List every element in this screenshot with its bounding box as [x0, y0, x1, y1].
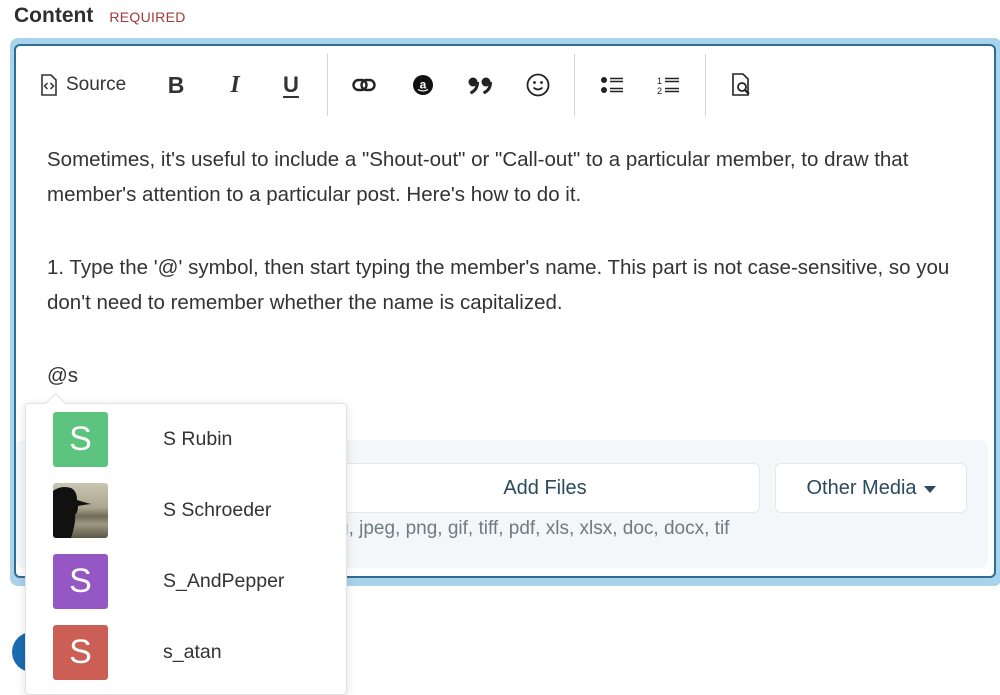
mention-suggestion[interactable]: S s_atan — [26, 617, 346, 688]
preview-icon — [731, 73, 753, 97]
svg-text:2: 2 — [657, 86, 662, 95]
mention-name: S_AndPepper — [163, 570, 285, 592]
preview-button[interactable] — [728, 70, 756, 100]
add-files-button[interactable]: Add Files — [330, 463, 760, 513]
mention-text: @s — [47, 364, 79, 387]
profile-photo-icon — [53, 487, 91, 538]
italic-icon: I — [230, 71, 240, 98]
field-label: Content — [14, 4, 94, 27]
quote-icon — [467, 76, 493, 94]
avatar: S — [53, 412, 108, 467]
amazon-button[interactable]: a — [409, 70, 437, 100]
mention-suggestion[interactable]: S Schroeder — [26, 475, 346, 546]
avatar — [53, 483, 108, 538]
editor-content[interactable]: Sometimes, it's useful to include a "Sho… — [47, 142, 977, 393]
emoji-icon — [526, 73, 550, 97]
other-media-button[interactable]: Other Media — [775, 463, 967, 513]
link-button[interactable] — [350, 70, 378, 100]
mention-name: S Schroeder — [163, 499, 272, 521]
mention-name: S Rubin — [163, 428, 233, 450]
editor-paragraph: 1. Type the '@' symbol, then start typin… — [47, 256, 950, 314]
caret-down-icon — [923, 485, 936, 493]
mention-suggestion[interactable]: S S_AndPepper — [26, 546, 346, 617]
amazon-icon: a — [412, 74, 434, 96]
source-icon — [40, 74, 58, 96]
bold-button[interactable]: B — [164, 70, 188, 100]
emoji-button[interactable] — [524, 70, 552, 100]
source-button[interactable]: Source — [40, 70, 126, 100]
svg-text:a: a — [420, 78, 427, 92]
bold-icon: B — [167, 71, 185, 98]
toolbar-divider — [705, 54, 706, 116]
toolbar-divider — [327, 54, 328, 116]
editor-toolbar: Source B I U a 12 — [14, 44, 994, 124]
numbered-list-button[interactable]: 12 — [654, 70, 682, 100]
source-label: Source — [66, 74, 127, 95]
quote-button[interactable] — [466, 70, 494, 100]
editor-paragraph: Sometimes, it's useful to include a "Sho… — [47, 148, 909, 206]
toolbar-divider — [574, 54, 575, 116]
avatar: S — [53, 625, 108, 680]
mention-suggestions-popup: S S Rubin S Schroeder S S_AndPepper S s_… — [25, 403, 347, 695]
link-icon — [352, 78, 376, 92]
allowed-file-types: g, jpeg, png, gif, tiff, pdf, xls, xlsx,… — [338, 518, 730, 539]
italic-button[interactable]: I — [223, 70, 247, 100]
underline-button[interactable]: U — [279, 70, 303, 100]
numbered-list-icon: 12 — [656, 75, 680, 95]
required-badge: REQUIRED — [109, 9, 186, 25]
bullet-list-icon — [600, 75, 624, 95]
mention-suggestion[interactable]: S S Rubin — [26, 404, 346, 475]
bullet-list-button[interactable] — [598, 70, 626, 100]
other-media-label: Other Media — [806, 476, 917, 499]
svg-text:1: 1 — [657, 76, 662, 86]
mention-name: s_atan — [163, 641, 222, 663]
avatar: S — [53, 554, 108, 609]
field-label-row: Content REQUIRED — [14, 4, 186, 28]
underline-icon: U — [283, 72, 299, 97]
